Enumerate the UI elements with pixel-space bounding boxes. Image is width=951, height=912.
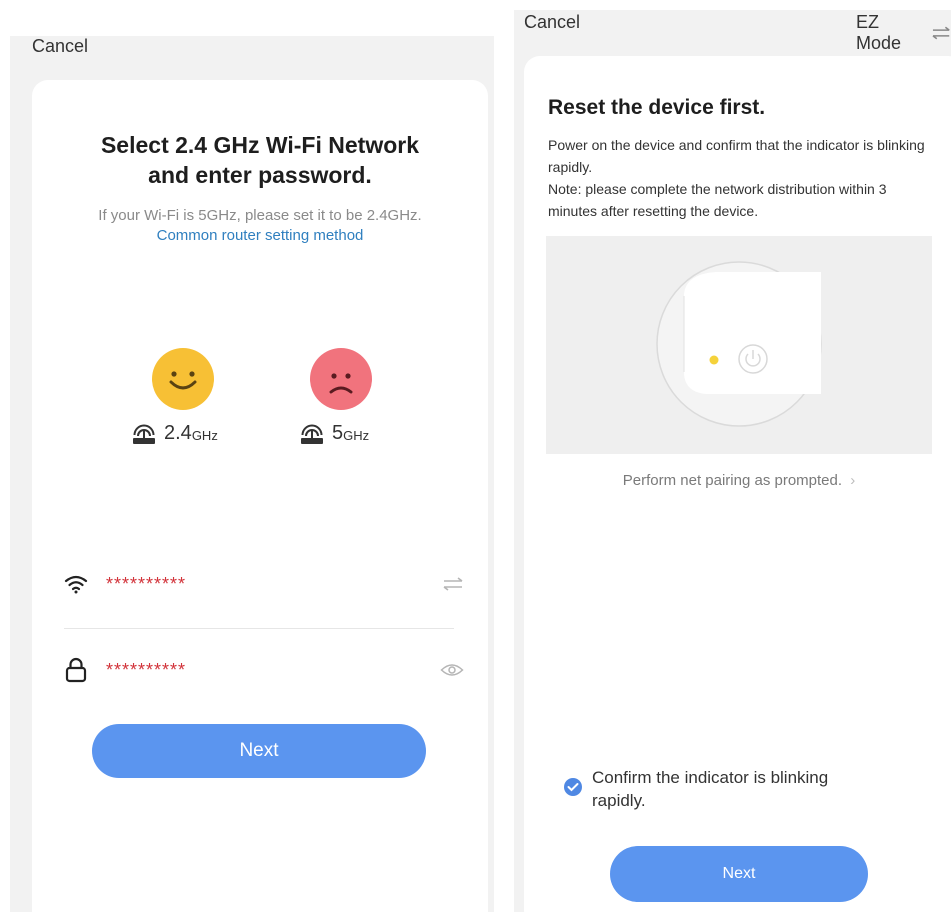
page-title: Select 2.4 GHz Wi-Fi Network and enter p… bbox=[100, 132, 420, 188]
swap-icon[interactable] bbox=[442, 577, 464, 591]
wifi-icon bbox=[64, 575, 88, 594]
field-divider bbox=[64, 628, 454, 629]
band-hint: If your Wi-Fi is 5GHz, please set it to … bbox=[98, 207, 422, 244]
happy-face-icon bbox=[152, 348, 214, 410]
cancel-button[interactable]: Cancel bbox=[524, 12, 580, 33]
pairing-help-link[interactable]: Perform net pairing as prompted. › bbox=[524, 472, 951, 489]
next-button[interactable]: Next bbox=[610, 846, 868, 902]
wifi-setup-screen: Cancel Select 2.4 GHz Wi-Fi Network and … bbox=[10, 36, 494, 912]
wifi-setup-card: Select 2.4 GHz Wi-Fi Network and enter p… bbox=[32, 80, 488, 912]
router-icon bbox=[301, 424, 323, 444]
cancel-button[interactable]: Cancel bbox=[32, 36, 88, 57]
next-button[interactable]: Next bbox=[92, 724, 426, 778]
password-field[interactable]: ********** bbox=[64, 650, 464, 690]
wifi-name-field[interactable]: ********** bbox=[64, 564, 464, 604]
page-title: Reset the device first. bbox=[548, 96, 766, 119]
lock-icon bbox=[65, 657, 87, 683]
confirm-label: Confirm the indicator is blinking rapidl… bbox=[592, 768, 829, 810]
wifi-name-value[interactable]: ********** bbox=[106, 574, 442, 595]
confirm-checkbox[interactable]: Confirm the indicator is blinking rapidl… bbox=[564, 766, 884, 812]
sad-face-icon bbox=[310, 348, 372, 410]
swap-icon bbox=[932, 26, 950, 40]
password-value[interactable]: ********** bbox=[106, 660, 440, 681]
check-icon[interactable] bbox=[564, 778, 582, 796]
band-5ghz: 5 GHz bbox=[300, 422, 369, 445]
router-icon bbox=[133, 424, 155, 444]
reset-device-card: Reset the device first. Power on the dev… bbox=[524, 56, 951, 912]
chevron-right-icon: › bbox=[850, 472, 856, 489]
reset-device-screen: Cancel EZ Mode Reset the device first. P… bbox=[514, 10, 951, 912]
indicator-light bbox=[709, 355, 719, 365]
band-24ghz: 2.4 GHz bbox=[132, 422, 218, 445]
device-illustration bbox=[546, 236, 932, 454]
router-setting-link[interactable]: Common router setting method bbox=[157, 227, 364, 244]
ez-mode-toggle[interactable]: EZ Mode bbox=[856, 12, 951, 54]
eye-icon[interactable] bbox=[440, 662, 464, 678]
instructions: Power on the device and confirm that the… bbox=[548, 137, 925, 219]
